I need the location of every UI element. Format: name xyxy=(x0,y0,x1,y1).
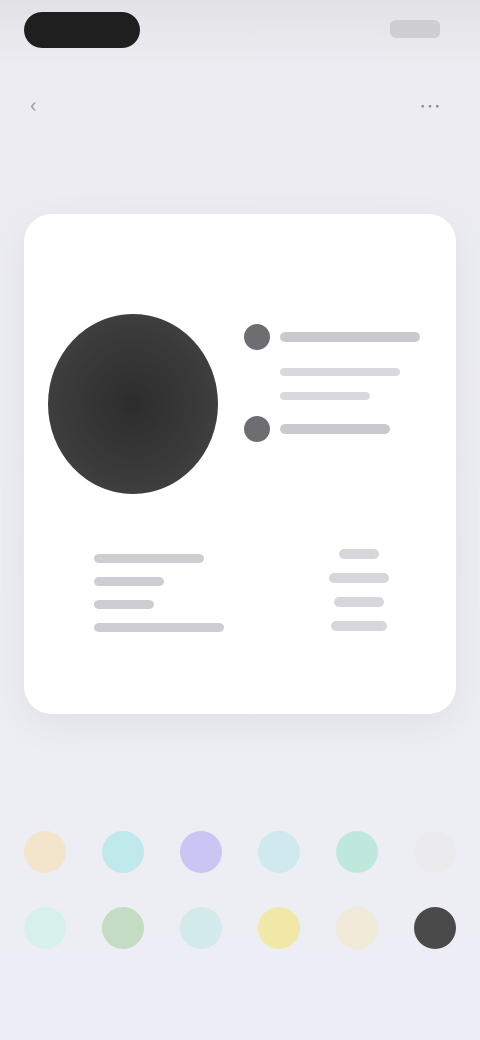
chevron-left-icon: ‹ xyxy=(30,94,37,117)
color-swatch[interactable] xyxy=(102,907,144,949)
complication-sublabel xyxy=(280,392,370,400)
detail-line xyxy=(94,577,164,586)
graphic-line xyxy=(329,573,389,583)
color-swatch[interactable] xyxy=(24,831,66,873)
color-swatch[interactable] xyxy=(336,907,378,949)
detail-line xyxy=(94,554,204,563)
color-swatch[interactable] xyxy=(336,831,378,873)
screen: ‹ ⋯ xyxy=(0,0,480,1040)
watch-face-preview-card[interactable] xyxy=(24,214,456,714)
secondary-graphic xyxy=(324,549,394,649)
graphic-line xyxy=(334,597,384,607)
color-swatch[interactable] xyxy=(258,907,300,949)
nav-bar: ‹ ⋯ xyxy=(0,72,480,142)
more-icon: ⋯ xyxy=(419,93,441,118)
graphic-line xyxy=(331,621,387,631)
details-text-block xyxy=(94,554,254,646)
complication-icon xyxy=(244,416,270,442)
swatch-row xyxy=(24,896,456,960)
complication-sublabel xyxy=(280,368,400,376)
detail-line xyxy=(94,623,224,632)
watch-face-dial[interactable] xyxy=(48,314,218,494)
color-swatch[interactable] xyxy=(24,907,66,949)
complication-row xyxy=(244,324,434,350)
complication-icon xyxy=(244,324,270,350)
color-swatch[interactable] xyxy=(258,831,300,873)
color-swatch-picker xyxy=(24,820,464,970)
complication-row xyxy=(244,416,434,442)
color-swatch[interactable] xyxy=(414,907,456,949)
back-button[interactable]: ‹ xyxy=(30,92,110,120)
graphic-line xyxy=(339,549,379,559)
dynamic-island xyxy=(24,12,140,48)
complication-label xyxy=(280,424,390,434)
complications-list xyxy=(244,324,434,504)
color-swatch[interactable] xyxy=(414,831,456,873)
swatch-row xyxy=(24,820,456,884)
color-swatch[interactable] xyxy=(180,831,222,873)
status-indicators xyxy=(390,20,440,38)
detail-line xyxy=(94,600,154,609)
page-title xyxy=(180,90,300,120)
color-swatch[interactable] xyxy=(180,907,222,949)
more-button[interactable]: ⋯ xyxy=(410,88,450,124)
status-bar xyxy=(0,0,480,64)
complication-label xyxy=(280,332,420,342)
color-swatch[interactable] xyxy=(102,831,144,873)
